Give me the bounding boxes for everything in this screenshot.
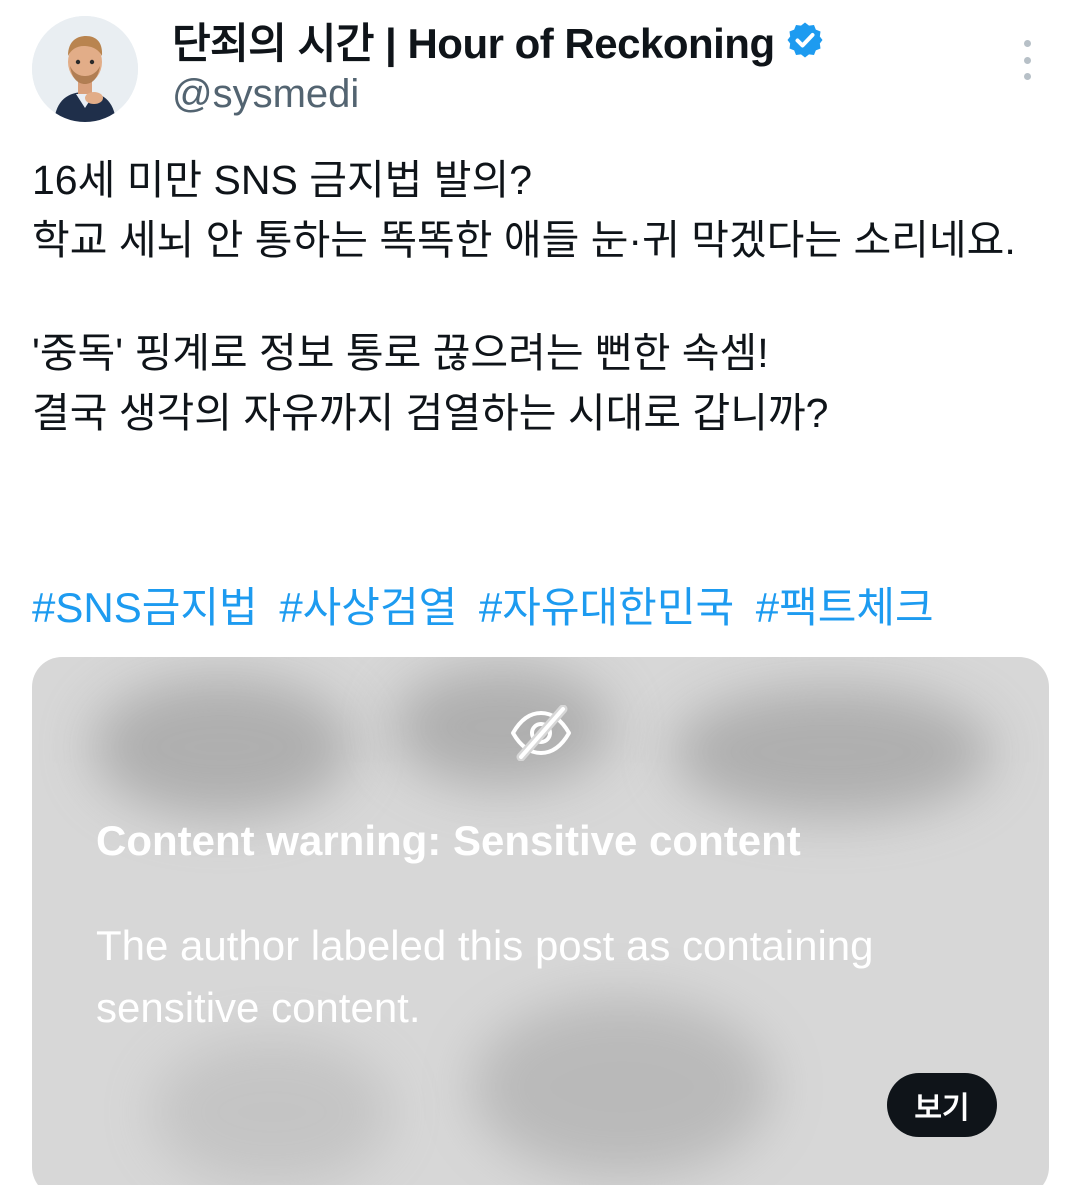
eye-slash-icon: [511, 705, 571, 761]
view-button[interactable]: 보기: [887, 1073, 997, 1137]
more-dot: [1023, 73, 1031, 80]
more-dot: [1023, 56, 1031, 64]
avatar[interactable]: [32, 16, 138, 122]
blurred-region: [672, 687, 992, 817]
hashtag-link[interactable]: #사상검열: [279, 584, 457, 631]
blurred-region: [92, 677, 352, 817]
blurred-region: [392, 667, 612, 787]
blurred-region: [152, 1037, 392, 1185]
post-line: 16세 미만 SNS 금지법 발의?: [32, 157, 533, 203]
more-dot: [1023, 40, 1031, 47]
author-name-row[interactable]: 단죄의 시간 | Hour of Reckoning: [172, 14, 825, 67]
memoji-avatar-icon: [32, 16, 138, 122]
post-text: 16세 미만 SNS 금지법 발의? 학교 세뇌 안 통하는 똑똑한 애들 눈·…: [32, 150, 1062, 443]
hashtag-link[interactable]: #SNS금지법: [32, 584, 258, 631]
post-line: 학교 세뇌 안 통하는 똑똑한 애들 눈·귀 막겠다는 소리네요.: [32, 217, 1016, 263]
author-handle[interactable]: @sysmedi: [172, 72, 359, 117]
hashtag-link[interactable]: #팩트체크: [756, 584, 934, 631]
more-options-icon[interactable]: [1010, 40, 1044, 80]
sensitive-media-card[interactable]: Content warning: Sensitive content The a…: [32, 657, 1049, 1185]
post-line: '중독' 핑계로 정보 통로 끊으려는 뻔한 속셈!: [32, 330, 769, 376]
hashtag-link[interactable]: #자유대한민국: [479, 584, 734, 631]
warning-description: The author labeled this post as containi…: [96, 922, 874, 1031]
display-name[interactable]: 단죄의 시간 | Hour of Reckoning: [172, 10, 775, 71]
hashtag-list: #SNS금지법 #사상검열 #자유대한민국 #팩트체크: [32, 580, 944, 636]
warning-title: Content warning: Sensitive content: [96, 817, 801, 864]
post-line: 결국 생각의 자유까지 검열하는 시대로 갑니까?: [32, 390, 829, 436]
verified-badge-icon: [787, 22, 823, 58]
